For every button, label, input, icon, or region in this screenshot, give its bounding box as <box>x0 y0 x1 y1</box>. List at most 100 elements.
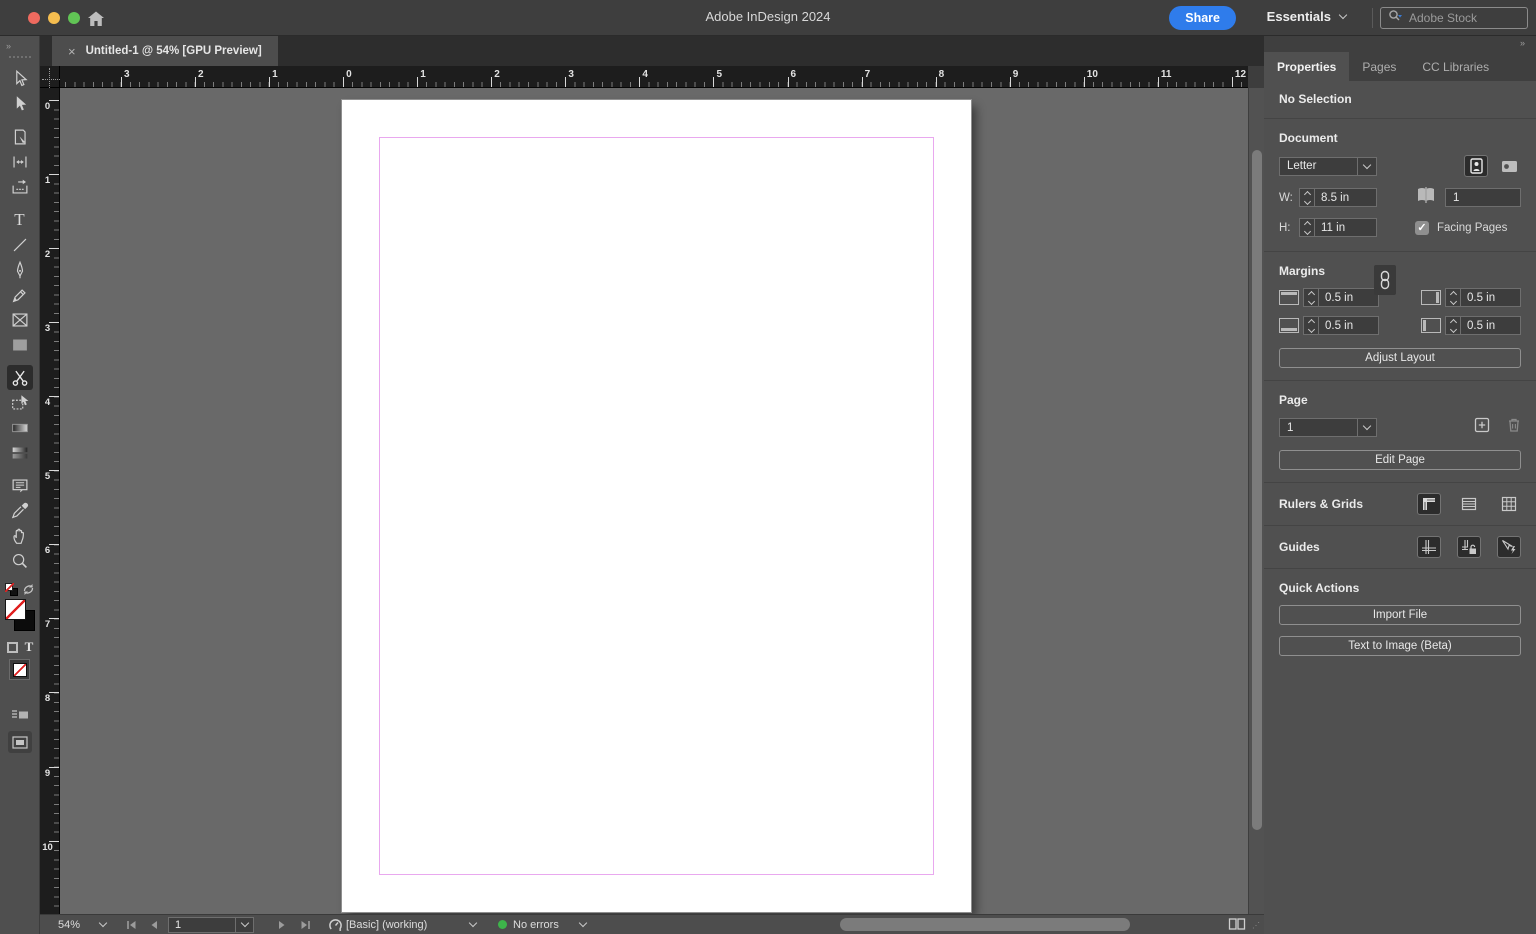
spread-view-icon[interactable] <box>1228 917 1246 934</box>
pages-count-input[interactable]: 1 <box>1445 188 1521 207</box>
type-tool[interactable]: T <box>7 207 33 232</box>
direct-selection-tool[interactable] <box>7 91 33 116</box>
gradient-swatch-tool[interactable] <box>7 415 33 440</box>
page-select-dropdown[interactable]: 1 <box>1279 418 1377 437</box>
tab-pages[interactable]: Pages <box>1349 52 1409 81</box>
width-stepper[interactable]: 8.5 in <box>1299 188 1377 207</box>
previous-page-icon[interactable] <box>150 915 158 934</box>
share-button[interactable]: Share <box>1169 6 1236 30</box>
hand-tool[interactable] <box>7 523 33 548</box>
line-tool[interactable] <box>7 232 33 257</box>
first-page-icon[interactable] <box>126 915 137 934</box>
ruler-major-tick <box>49 100 59 101</box>
gap-tool[interactable] <box>7 149 33 174</box>
link-margins-icon[interactable] <box>1374 265 1396 295</box>
horizontal-scrollbar-thumb[interactable] <box>840 918 1130 931</box>
margin-top-stepper[interactable]: 0.5 in <box>1303 288 1379 307</box>
default-fill-stroke-icon[interactable] <box>5 583 18 596</box>
landscape-orientation-icon[interactable] <box>1497 155 1521 177</box>
lock-guides-icon[interactable] <box>1457 536 1481 558</box>
ruler-major-tick <box>862 77 863 87</box>
selection-tool[interactable] <box>7 66 33 91</box>
facing-pages-checkbox[interactable]: ✓ <box>1415 221 1429 235</box>
zoom-level-dropdown[interactable]: 54% <box>58 915 80 934</box>
smart-guides-icon[interactable] <box>1497 536 1521 558</box>
titlebar: Adobe InDesign 2024 Share Essentials <box>0 0 1536 36</box>
guides-section: Guides <box>1264 526 1536 569</box>
baseline-grid-icon[interactable] <box>1457 493 1481 515</box>
workspace-switcher[interactable]: Essentials <box>1267 9 1346 24</box>
adjust-layout-button[interactable]: Adjust Layout <box>1279 348 1521 368</box>
page-size-dropdown[interactable]: Letter <box>1279 157 1377 176</box>
apply-none-swatch[interactable] <box>9 659 30 680</box>
page-tool[interactable] <box>7 124 33 149</box>
ruler-label: 3 <box>124 69 130 80</box>
free-transform-tool[interactable] <box>7 390 33 415</box>
pasteboard[interactable] <box>60 88 1248 914</box>
ruler-label: 6 <box>791 69 797 80</box>
vertical-scrollbar[interactable] <box>1248 88 1264 914</box>
preflight-status-chevron-icon[interactable] <box>580 915 586 934</box>
formatting-affects-text-icon[interactable]: T <box>25 639 34 655</box>
width-value[interactable]: 8.5 in <box>1315 192 1376 204</box>
pages-count-value[interactable]: 1 <box>1446 192 1520 204</box>
zoom-tool[interactable] <box>7 548 33 573</box>
page-number-input[interactable]: 1 <box>168 915 254 934</box>
show-rulers-icon[interactable] <box>1417 493 1441 515</box>
show-guides-icon[interactable] <box>1417 536 1441 558</box>
preflight-status[interactable]: No errors <box>498 915 559 934</box>
page-number-chevron-icon[interactable] <box>235 918 253 932</box>
formatting-affects-container-icon[interactable] <box>7 642 18 653</box>
margin-right-stepper[interactable]: 0.5 in <box>1445 288 1521 307</box>
tab-cc-libraries[interactable]: CC Libraries <box>1409 52 1502 81</box>
margin-top-value[interactable]: 0.5 in <box>1319 292 1378 304</box>
vertical-scrollbar-thumb[interactable] <box>1252 150 1262 830</box>
document-grid-icon[interactable] <box>1497 493 1521 515</box>
pencil-tool[interactable] <box>7 282 33 307</box>
preflight-profile-dropdown[interactable]: [Basic] (working) <box>346 915 427 934</box>
content-collector-tool[interactable] <box>7 174 33 199</box>
tab-properties[interactable]: Properties <box>1264 52 1349 81</box>
edit-page-button[interactable]: Edit Page <box>1279 450 1521 470</box>
height-value[interactable]: 11 in <box>1315 222 1376 234</box>
resize-grip[interactable]: ⋰ <box>1252 921 1261 930</box>
next-page-icon[interactable] <box>278 915 286 934</box>
last-page-icon[interactable] <box>300 915 311 934</box>
panel-overflow-icon[interactable]: » <box>1264 36 1536 52</box>
margin-left-value[interactable]: 0.5 in <box>1461 320 1520 332</box>
ruler-origin-corner[interactable] <box>40 66 60 88</box>
portrait-orientation-icon[interactable] <box>1464 155 1488 177</box>
scissors-tool[interactable] <box>7 365 33 390</box>
text-to-image-button[interactable]: Text to Image (Beta) <box>1279 636 1521 656</box>
close-tab-icon[interactable]: × <box>68 45 76 58</box>
document-tab[interactable]: × Untitled-1 @ 54% [GPU Preview] <box>52 36 278 66</box>
rectangle-tool[interactable] <box>7 332 33 357</box>
preflight-profile-chevron-icon[interactable] <box>470 915 476 934</box>
adobe-stock-search[interactable] <box>1380 7 1528 29</box>
gradient-feather-tool[interactable] <box>7 440 33 465</box>
frame-tool[interactable] <box>7 307 33 332</box>
tools-grip-icon[interactable] <box>9 56 31 60</box>
margin-bottom-value[interactable]: 0.5 in <box>1319 320 1378 332</box>
height-stepper[interactable]: 11 in <box>1299 218 1377 237</box>
add-page-icon[interactable] <box>1474 417 1490 438</box>
zoom-chevron-icon[interactable] <box>100 915 106 934</box>
ruler-label: 7 <box>42 621 53 630</box>
view-options-icon[interactable] <box>7 705 33 725</box>
eyedropper-tool[interactable] <box>7 498 33 523</box>
search-input[interactable] <box>1409 11 1520 25</box>
pen-tool[interactable] <box>7 257 33 282</box>
ruler-major-tick <box>417 77 418 87</box>
document-page[interactable] <box>342 100 971 912</box>
horizontal-ruler[interactable]: 3210123456789101112 <box>60 66 1248 88</box>
screen-mode-icon[interactable] <box>8 731 32 753</box>
fill-swatch-none[interactable] <box>5 599 26 620</box>
margin-right-value[interactable]: 0.5 in <box>1461 292 1520 304</box>
margin-left-stepper[interactable]: 0.5 in <box>1445 316 1521 335</box>
note-tool[interactable] <box>7 473 33 498</box>
margin-bottom-stepper[interactable]: 0.5 in <box>1303 316 1379 335</box>
import-file-button[interactable]: Import File <box>1279 605 1521 625</box>
tools-overflow-icon[interactable]: » <box>0 36 39 54</box>
preflight-gauge-icon[interactable] <box>328 915 343 934</box>
vertical-ruler[interactable]: 01234567891011 <box>40 88 60 914</box>
